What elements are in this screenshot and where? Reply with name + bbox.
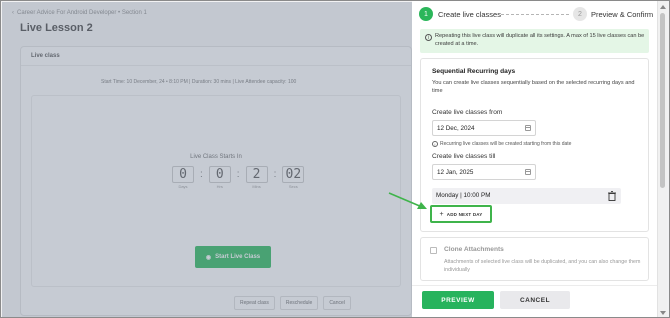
scroll-thumb[interactable] <box>660 13 665 188</box>
from-hint: i Recurring live classes will be created… <box>432 141 571 147</box>
step-1-label: Create live classes <box>438 10 501 19</box>
scroll-up-icon[interactable] <box>660 5 666 9</box>
cancel-button[interactable]: CANCEL <box>500 291 570 309</box>
step-1-indicator: 1 <box>419 7 433 21</box>
modal-overlay[interactable] <box>2 2 412 317</box>
clone-title: Clone Attachments <box>444 246 504 253</box>
plus-icon: + <box>439 210 444 218</box>
scroll-down-icon[interactable] <box>660 311 666 315</box>
preview-button[interactable]: PREVIEW <box>422 291 494 309</box>
till-date-field[interactable]: 12 Jan, 2025 <box>432 164 536 180</box>
info-icon: i <box>432 141 438 147</box>
till-label: Create live classes till <box>432 153 496 160</box>
info-text: Repeating this live class will duplicate… <box>435 33 645 47</box>
section-title: Sequential Recurring days <box>432 68 516 75</box>
info-banner: i Repeating this live class will duplica… <box>420 29 649 53</box>
clone-attachments-section: Clone Attachments Attachments of selecte… <box>420 237 649 281</box>
footer-divider <box>412 285 657 286</box>
info-icon: i <box>425 34 432 41</box>
recurring-day-row[interactable]: Monday | 10:00 PM <box>432 188 621 204</box>
app-window: ‹ Career Advice For Android Developer • … <box>0 0 670 318</box>
clone-description: Attachments of selected live class will … <box>444 259 641 273</box>
trash-icon[interactable] <box>608 191 616 201</box>
step-2-label: Preview & Confirm <box>591 10 654 19</box>
calendar-icon[interactable] <box>525 125 531 131</box>
clone-attachments-checkbox[interactable] <box>430 247 437 254</box>
till-date-value: 12 Jan, 2025 <box>437 169 474 176</box>
from-label: Create live classes from <box>432 109 503 116</box>
scrollbar[interactable] <box>657 1 667 317</box>
sequential-section: Sequential Recurring days You can create… <box>420 58 649 232</box>
step-connector <box>501 14 569 15</box>
stepper: 1 Create live classes 2 Preview & Confir… <box>419 7 655 23</box>
step-2-indicator: 2 <box>573 7 587 21</box>
day-time-value: Monday | 10:00 PM <box>436 192 491 199</box>
add-next-day-button[interactable]: + ADD NEXT DAY <box>430 205 492 223</box>
section-description: You can create live classes sequentially… <box>432 80 635 94</box>
from-date-value: 12 Dec, 2024 <box>437 125 475 132</box>
from-date-field[interactable]: 12 Dec, 2024 <box>432 120 536 136</box>
calendar-icon[interactable] <box>525 169 531 175</box>
